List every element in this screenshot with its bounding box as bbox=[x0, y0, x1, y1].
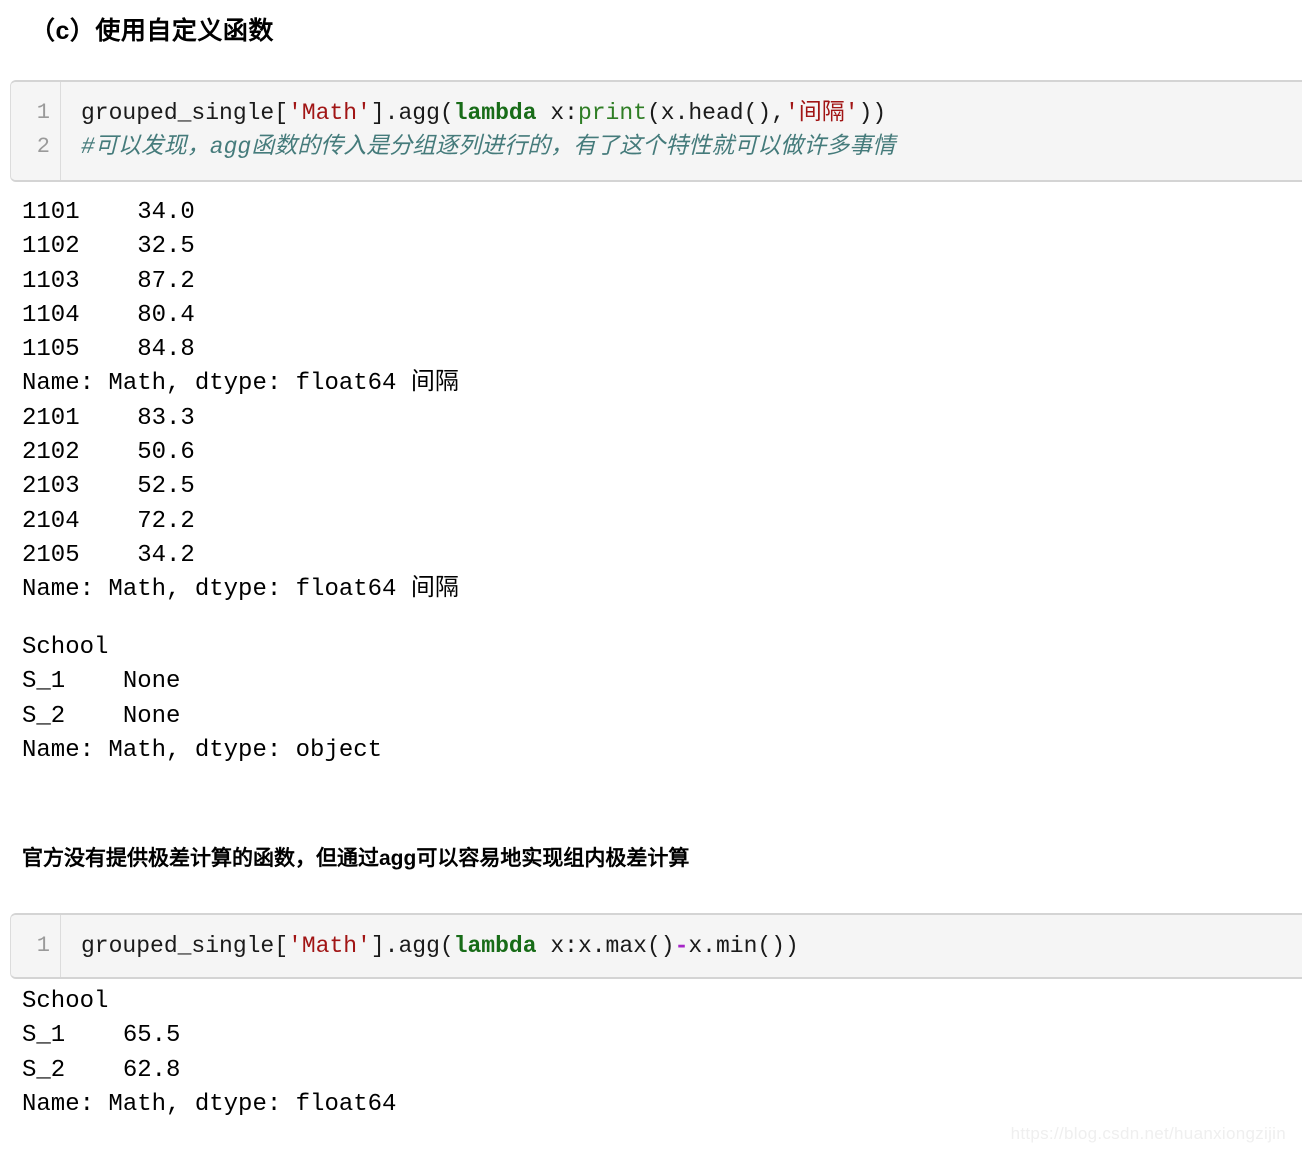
output-row: 2103 52.5 bbox=[22, 473, 195, 501]
code-token-expr: x:x.max() bbox=[536, 933, 675, 959]
line-number: 1 bbox=[36, 100, 50, 125]
code-token-expr: x.min()) bbox=[688, 933, 799, 959]
code-token-punct: ].agg( bbox=[370, 100, 454, 126]
code-token-identifier: grouped_single[ bbox=[81, 100, 289, 126]
output-row: 2105 34.2 bbox=[22, 541, 195, 569]
code-token-keyword: lambda bbox=[453, 100, 537, 126]
console-output-1: 1101 34.0 1102 32.5 1103 87.2 1104 80.4 … bbox=[22, 196, 459, 608]
console-output-3: School S_1 65.5 S_2 62.8 Name: Math, dty… bbox=[22, 985, 396, 1122]
code-content-2[interactable]: grouped_single['Math'].agg(lambda x:x.ma… bbox=[61, 915, 1302, 977]
code-token-function: print bbox=[577, 100, 647, 126]
output-row: S_2 62.8 bbox=[22, 1056, 181, 1084]
console-output-2: School S_1 None S_2 None Name: Math, dty… bbox=[22, 631, 382, 768]
code-token-string: '间隔' bbox=[785, 100, 859, 126]
code-token-args: (x.head(), bbox=[646, 100, 785, 126]
output-row-summary: Name: Math, dtype: object bbox=[22, 736, 383, 764]
output-row: 1102 32.5 bbox=[22, 233, 195, 261]
output-row-header: School bbox=[22, 634, 109, 661]
body-heading: 官方没有提供极差计算的函数，但通过agg可以容易地实现组内极差计算 bbox=[22, 847, 690, 870]
line-number: 1 bbox=[36, 933, 50, 958]
code-token-punct: )) bbox=[858, 100, 887, 126]
code-line: grouped_single['Math'].agg(lambda x:x.ma… bbox=[81, 929, 1302, 963]
code-content-1[interactable]: grouped_single['Math'].agg(lambda x:prin… bbox=[61, 82, 1302, 180]
output-row: S_1 None bbox=[22, 668, 181, 696]
code-block-2[interactable]: 1 grouped_single['Math'].agg(lambda x:x.… bbox=[10, 913, 1302, 979]
page-title: （c）使用自定义函数 bbox=[30, 17, 274, 45]
code-token-param: x: bbox=[536, 100, 578, 126]
code-token-identifier: grouped_single[ bbox=[81, 933, 289, 959]
code-block-1[interactable]: 1 2 grouped_single['Math'].agg(lambda x:… bbox=[10, 80, 1302, 182]
code-token-string: 'Math' bbox=[288, 933, 371, 959]
line-number-gutter-2: 1 bbox=[11, 915, 61, 977]
output-row: 2102 50.6 bbox=[22, 439, 195, 467]
code-line: grouped_single['Math'].agg(lambda x:prin… bbox=[81, 96, 1302, 130]
output-row-summary: Name: Math, dtype: float64 间隔 bbox=[22, 370, 459, 398]
output-row: S_2 None bbox=[22, 702, 181, 730]
csdn-watermark: https://blog.csdn.net/huanxiongzijin bbox=[1010, 1124, 1286, 1143]
output-row: 1105 84.8 bbox=[22, 336, 195, 364]
code-token-string: 'Math' bbox=[288, 100, 371, 126]
output-row: S_1 65.5 bbox=[22, 1022, 181, 1050]
code-line-comment: #可以发现，agg函数的传入是分组逐列进行的，有了这个特性就可以做许多事情 bbox=[81, 134, 896, 160]
output-row-header: School bbox=[22, 988, 109, 1015]
output-row: 2104 72.2 bbox=[22, 507, 195, 535]
code-token-keyword: lambda bbox=[453, 933, 537, 959]
output-row-summary: Name: Math, dtype: float64 bbox=[22, 1090, 397, 1118]
output-row: 2101 83.3 bbox=[22, 404, 195, 432]
output-row: 1101 34.0 bbox=[22, 199, 195, 226]
code-token-operator: - bbox=[674, 933, 689, 959]
line-number: 2 bbox=[36, 134, 50, 159]
code-token-punct: ].agg( bbox=[370, 933, 454, 959]
line-number-gutter-1: 1 2 bbox=[11, 82, 61, 180]
output-row: 1103 87.2 bbox=[22, 267, 195, 295]
output-row: 1104 80.4 bbox=[22, 301, 195, 329]
output-row-summary: Name: Math, dtype: float64 间隔 bbox=[22, 576, 459, 604]
